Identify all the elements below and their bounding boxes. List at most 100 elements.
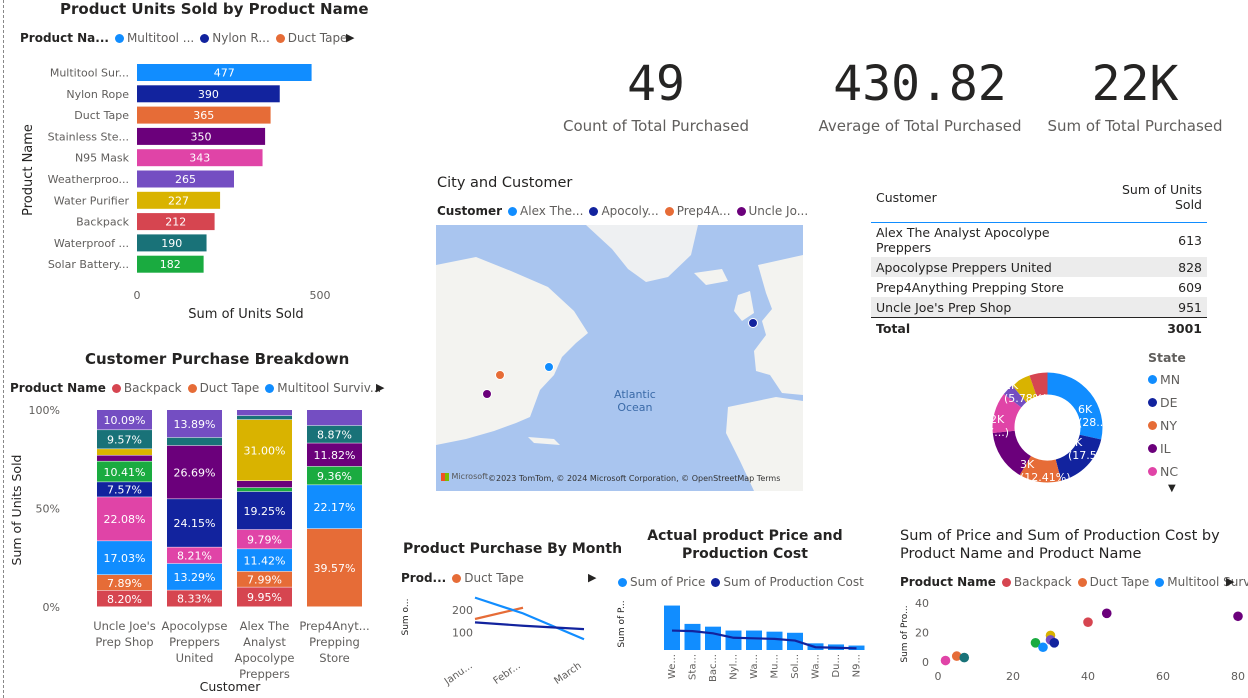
stacked-segment-stainless-steel	[97, 455, 152, 461]
legend-item-apocolypse[interactable]: Apocoly...	[589, 204, 659, 218]
segment-data-label: 13.89%	[174, 418, 216, 431]
x-tick-label: Wa...	[811, 654, 822, 679]
scatter-point-10	[1233, 611, 1243, 622]
legend-item-de[interactable]: DE	[1148, 395, 1186, 410]
kpi-sum-value: 22K	[1091, 56, 1179, 112]
y-tick-label: 100	[452, 627, 473, 640]
x-tick-label: 20	[1006, 670, 1020, 683]
stacked-chart-legend: Product Name Backpack Duct Tape Multitoo…	[10, 381, 381, 395]
line-series-series-c	[474, 621, 585, 631]
legend-item-multitool[interactable]: Multitool ...	[114, 31, 194, 45]
x-tick-label: Sta...	[688, 654, 699, 680]
segment-data-label: 8.33%	[177, 593, 212, 606]
y-axis-title: Sum o...	[401, 599, 411, 636]
legend-item-alex[interactable]: Alex The...	[508, 204, 583, 218]
legend-item-nc[interactable]: NC	[1148, 464, 1186, 479]
legend-item-production-cost[interactable]: Sum of Production Cost	[711, 575, 864, 589]
bar-data-label: 227	[168, 194, 189, 207]
scatter-chart-title: Sum of Price and Sum of Production Cost …	[900, 528, 1220, 562]
legend-scroll-down-icon[interactable]: ▼	[1148, 483, 1186, 494]
legend-item-price[interactable]: Sum of Price	[618, 575, 705, 589]
map-view[interactable]: Atlantic Ocean Microsoft ©2023 TomTom, © …	[436, 225, 803, 491]
table-row[interactable]: Alex The Analyst Apocolype Preppers 613	[871, 222, 1207, 258]
stacked-segment-stainless-steel	[237, 480, 292, 488]
segment-data-label: 7.99%	[247, 574, 282, 587]
map-point-prep4[interactable]	[495, 370, 505, 380]
legend-next-arrow-icon[interactable]: ▶	[346, 31, 354, 44]
legend-item-duct-tape[interactable]: Duct Tape	[452, 571, 524, 585]
x-category-label: Analyst	[243, 635, 286, 649]
x-category-label: United	[176, 651, 214, 665]
segment-data-label: 7.57%	[107, 484, 142, 497]
stacked-segment-waterproof	[167, 437, 222, 446]
y-axis-title: Sum of P...	[617, 600, 627, 647]
legend-item-uncle-joe[interactable]: Uncle Jo...	[736, 204, 808, 218]
segment-data-label: 13.29%	[174, 571, 216, 584]
donut-label-nc: 2K (...)	[990, 413, 1010, 439]
map-point-uncle-joe[interactable]	[482, 389, 492, 399]
map-land	[436, 225, 803, 491]
legend-title: Product Name	[10, 381, 106, 395]
legend-item-backpack[interactable]: Backpack	[1001, 575, 1072, 589]
legend-item-mn[interactable]: MN	[1148, 372, 1186, 387]
legend-item-duct-tape[interactable]: Duct Tape	[275, 31, 347, 45]
stacked-segment-solar-battery	[237, 487, 292, 492]
x-tick-label: 80	[1231, 670, 1245, 683]
legend-title: Product Na...	[20, 31, 109, 45]
legend-item-prep4[interactable]: Prep4A...	[664, 204, 731, 218]
x-category-label: Prep Shop	[95, 635, 153, 649]
bar-chart-plot: Multitool Sur... 477 Nylon Rope 390 Duct Tap…	[21, 64, 331, 322]
x-axis-title: Customer	[200, 679, 262, 694]
segment-data-label: 10.41%	[104, 466, 146, 479]
bar-price-bac	[705, 626, 721, 650]
map-point-apocolypse[interactable]	[748, 318, 758, 328]
x-tick-label: Febr...	[491, 660, 522, 686]
x-category-label: Prep4Anyt...	[299, 619, 369, 633]
legend-item-duct-tape[interactable]: Duct Tape	[187, 381, 259, 395]
segment-data-label: 9.57%	[107, 434, 142, 447]
line-chart-title: Product Purchase By Month	[403, 541, 623, 557]
x-tick-label: Janu...	[442, 660, 475, 688]
segment-data-label: 9.36%	[317, 470, 352, 483]
legend-item-nylon[interactable]: Nylon R...	[200, 31, 270, 45]
bar-price-mu	[766, 631, 783, 650]
map-brand-logo: Microsoft	[441, 472, 488, 481]
bar-data-label: 343	[189, 152, 210, 165]
segment-data-label: 9.95%	[247, 591, 282, 604]
stacked-chart-plot: 100% 50% 0% 8.20% 7.89% 17.03% 22.08% 7.57% 10.4…	[9, 404, 370, 694]
segment-data-label: 39.57%	[314, 562, 356, 575]
customer-table: Customer Sum of Units Sold Alex The Anal…	[871, 180, 1207, 338]
legend-next-arrow-icon[interactable]: ▶	[588, 571, 596, 584]
legend-item-backpack[interactable]: Backpack	[111, 381, 182, 395]
header-customer[interactable]: Customer	[871, 180, 1096, 223]
map-point-alex[interactable]	[544, 362, 554, 372]
legend-title: State	[1148, 350, 1186, 365]
x-tick-label: 0	[134, 289, 141, 302]
table-row[interactable]: Apocolypse Preppers United 828	[871, 257, 1207, 277]
table-row[interactable]: Uncle Joe's Prep Shop 951	[871, 297, 1207, 318]
legend-title: Customer	[437, 204, 503, 218]
legend-title: Prod...	[401, 571, 447, 585]
scatter-point-4	[1038, 642, 1048, 653]
x-tick-label: 0	[935, 670, 942, 683]
header-sum-units[interactable]: Sum of Units Sold	[1096, 180, 1207, 223]
donut-label-top: 1K (5.78%)	[1004, 379, 1048, 405]
table-row[interactable]: Prep4Anything Prepping Store 609	[871, 277, 1207, 297]
legend-item-multitool[interactable]: Multitool Surviv...	[265, 381, 381, 395]
combo-chart-plot: Sum of P... We... Sta... Bac... Nyl... Wa... M…	[617, 600, 865, 682]
legend-next-arrow-icon[interactable]: ▶	[1226, 575, 1234, 588]
stacked-chart-title: Customer Purchase Breakdown	[85, 350, 350, 368]
x-category-label: Store	[319, 651, 349, 665]
legend-item-il[interactable]: IL	[1148, 441, 1186, 456]
bar-category-label: Stainless Ste...	[48, 130, 129, 143]
table-header: Customer Sum of Units Sold	[871, 180, 1207, 223]
legend-next-arrow-icon[interactable]: ▶	[376, 381, 384, 394]
bar-category-label: Weatherproo...	[48, 173, 129, 186]
x-tick-label: Wa...	[749, 654, 760, 679]
map-attribution[interactable]: ©2023 TomTom, © 2024 Microsoft Corporati…	[488, 474, 780, 483]
legend-item-ny[interactable]: NY	[1148, 418, 1186, 433]
bar-chart-legend: Product Na... Multitool ... Nylon R... D…	[20, 31, 347, 45]
kpi-average-label: Average of Total Purchased	[818, 117, 1022, 135]
donut-legend: State MN DE NY IL NC ▼	[1148, 350, 1186, 494]
legend-item-duct-tape[interactable]: Duct Tape	[1077, 575, 1149, 589]
